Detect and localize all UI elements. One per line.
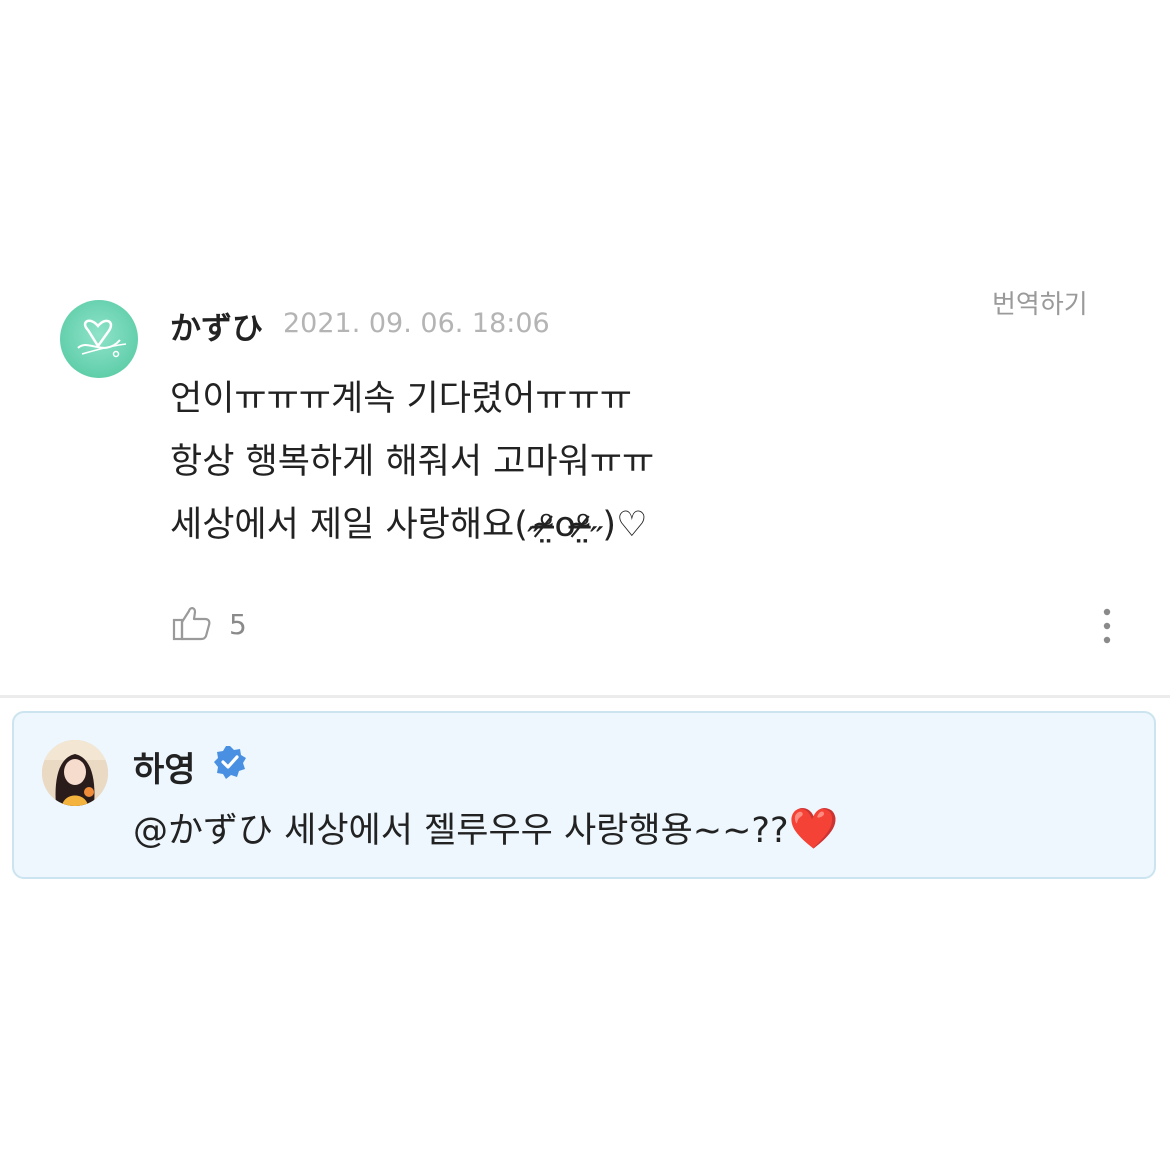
reply-text: @かずひ 세상에서 젤루우우 사랑행용~~??❤️: [133, 802, 838, 853]
comment-timestamp: 2021. 09. 06. 18:06: [283, 308, 550, 339]
heart-emoji: ❤️: [788, 806, 839, 852]
reply-message: @かずひ 세상에서 젤루우우 사랑행용~~??: [133, 811, 789, 851]
more-options-icon[interactable]: [1097, 606, 1117, 648]
comment-line-3: 세상에서 제일 사랑해요(˶ᵒ̴̶̷̤໐ᵒ̴̶̷̤˶)♡: [170, 505, 648, 545]
comment-line-2: 항상 행복하게 해줘서 고마워ㅠㅠ: [170, 442, 655, 482]
thumbs-up-icon[interactable]: [171, 603, 213, 643]
comment-username[interactable]: かずひ: [170, 303, 263, 348]
translate-button[interactable]: 번역하기: [992, 284, 1088, 321]
artist-name[interactable]: 하영: [133, 742, 196, 791]
fan-avatar[interactable]: [60, 300, 138, 378]
verified-badge-icon: [212, 744, 248, 780]
artist-reply-box: [12, 711, 1156, 879]
comment-line-1: 언이ㅠㅠㅠ계속 기다렸어ㅠㅠㅠ: [170, 379, 632, 419]
like-count: 5: [229, 608, 247, 641]
artist-avatar[interactable]: [42, 740, 108, 806]
divider: [0, 695, 1170, 698]
